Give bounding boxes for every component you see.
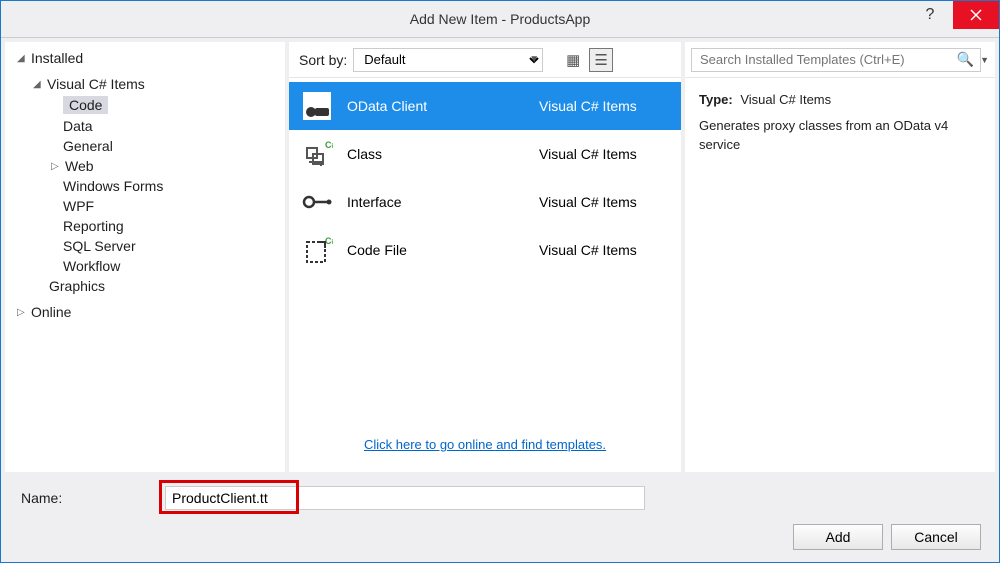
template-lang: Visual C# Items	[539, 194, 669, 210]
tree-data[interactable]: Data	[13, 116, 277, 136]
description-text: Generates proxy classes from an OData v4…	[699, 116, 981, 155]
template-lang: Visual C# Items	[539, 98, 669, 114]
template-name: Class	[347, 146, 525, 162]
name-input[interactable]	[165, 486, 645, 510]
tree-online[interactable]: ▷Online	[13, 302, 277, 322]
list-icon: ☰	[594, 51, 607, 69]
tree-windows-forms[interactable]: Windows Forms	[13, 176, 277, 196]
template-name: OData Client	[347, 98, 525, 114]
name-row: Name:	[15, 486, 985, 510]
titlebar-buttons: ?	[907, 1, 999, 29]
tree-general[interactable]: General	[13, 136, 277, 156]
main-area: ◢Installed ◢Visual C# Items Code Data Ge…	[1, 37, 999, 476]
tree-wpf[interactable]: WPF	[13, 196, 277, 216]
category-tree: ◢Installed ◢Visual C# Items Code Data Ge…	[5, 42, 285, 472]
cancel-button[interactable]: Cancel	[891, 524, 981, 550]
template-list: OData Client Visual C# Items C# Class Vi…	[289, 78, 681, 422]
tree-code[interactable]: Code	[13, 94, 277, 116]
dropdown-arrow-icon: ▼	[980, 55, 989, 65]
template-class[interactable]: C# Class Visual C# Items	[289, 130, 681, 178]
close-icon	[970, 9, 982, 21]
view-medium-icons-button[interactable]: ▦	[561, 48, 585, 72]
add-button[interactable]: Add	[793, 524, 883, 550]
chevron-down-icon: ◢	[33, 79, 43, 90]
interface-icon	[301, 186, 333, 218]
chevron-down-icon: ◢	[17, 53, 27, 64]
template-lang: Visual C# Items	[539, 242, 669, 258]
tree-workflow[interactable]: Workflow	[13, 256, 277, 276]
chevron-right-icon: ▷	[17, 307, 27, 318]
svg-text:C#: C#	[325, 236, 333, 246]
bottom-bar: Name: Add Cancel	[1, 476, 999, 562]
template-pane: Sort by: Default ▼ ▦ ☰ OData Client Visu…	[289, 42, 681, 472]
description-area: Type: Visual C# Items Generates proxy cl…	[685, 78, 995, 167]
description-pane: 🔍 ▼ Type: Visual C# Items Generates prox…	[685, 42, 995, 472]
add-new-item-dialog: Add New Item - ProductsApp ? ◢Installed …	[0, 0, 1000, 563]
template-name: Code File	[347, 242, 525, 258]
titlebar: Add New Item - ProductsApp ?	[1, 1, 999, 37]
online-templates-link[interactable]: Click here to go online and find templat…	[364, 437, 606, 452]
svg-text:C#: C#	[325, 140, 333, 150]
template-interface[interactable]: Interface Visual C# Items	[289, 178, 681, 226]
template-header: Sort by: Default ▼ ▦ ☰	[289, 42, 681, 78]
close-button[interactable]	[953, 1, 999, 29]
class-icon: C#	[301, 138, 333, 170]
help-button[interactable]: ?	[907, 1, 953, 29]
template-name: Interface	[347, 194, 525, 210]
sort-label: Sort by:	[299, 52, 347, 68]
template-odata-client[interactable]: OData Client Visual C# Items	[289, 82, 681, 130]
type-label: Type:	[699, 92, 733, 107]
tree-web[interactable]: ▷Web	[13, 156, 277, 176]
chevron-right-icon: ▷	[51, 161, 61, 172]
template-code-file[interactable]: C# Code File Visual C# Items	[289, 226, 681, 274]
tree-graphics[interactable]: Graphics	[13, 276, 277, 296]
name-label: Name:	[15, 490, 155, 506]
view-list-button[interactable]: ☰	[589, 48, 613, 72]
tree-reporting[interactable]: Reporting	[13, 216, 277, 236]
tree-sql-server[interactable]: SQL Server	[13, 236, 277, 256]
sort-select[interactable]: Default	[353, 48, 543, 72]
name-input-wrap	[165, 486, 985, 510]
help-icon: ?	[926, 6, 935, 24]
search-input[interactable]	[691, 48, 981, 72]
online-link-wrap: Click here to go online and find templat…	[289, 422, 681, 472]
template-lang: Visual C# Items	[539, 146, 669, 162]
odata-client-icon	[301, 90, 333, 122]
search-wrap: 🔍 ▼	[685, 42, 995, 78]
grid-icon: ▦	[566, 51, 580, 69]
tree-installed[interactable]: ◢Installed	[13, 48, 277, 68]
type-value: Visual C# Items	[740, 92, 831, 107]
code-file-icon: C#	[301, 234, 333, 266]
button-row: Add Cancel	[15, 524, 985, 550]
dialog-title: Add New Item - ProductsApp	[1, 11, 999, 27]
tree-csharp-items[interactable]: ◢Visual C# Items	[13, 74, 277, 94]
description-type-row: Type: Visual C# Items	[699, 90, 981, 110]
